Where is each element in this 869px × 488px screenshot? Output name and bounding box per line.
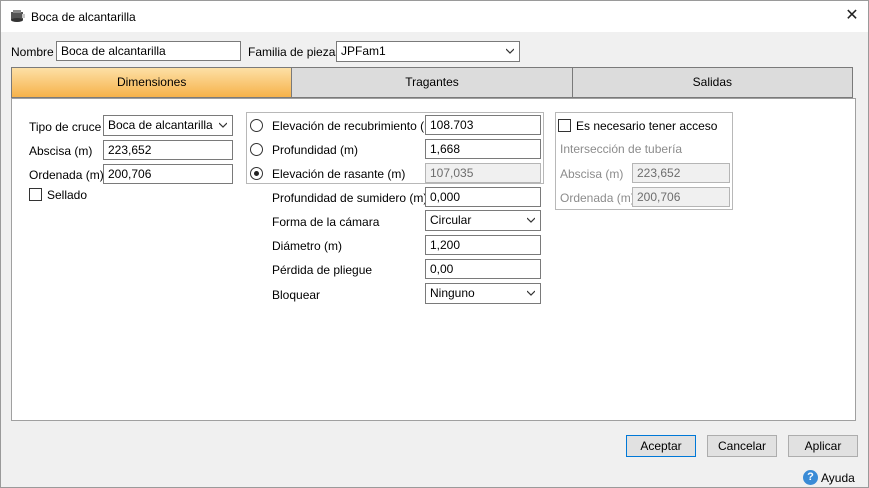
- depth-radio[interactable]: [250, 143, 263, 156]
- y-input[interactable]: 200,706: [103, 164, 233, 184]
- access-checkbox[interactable]: [558, 119, 571, 132]
- help-link[interactable]: Ayuda: [821, 471, 855, 485]
- diameter-label: Diámetro (m): [272, 239, 343, 253]
- family-select-value: JPFam1: [341, 44, 386, 58]
- bend-loss-input[interactable]: 0,00: [425, 259, 541, 279]
- depth-label: Profundidad (m): [272, 143, 359, 157]
- name-label: Nombre: [11, 45, 54, 59]
- accept-button[interactable]: Aceptar: [626, 435, 696, 457]
- intersection-y-input: 200,706: [632, 187, 730, 207]
- bend-loss-label: Pérdida de pliegue: [272, 263, 373, 277]
- block-select[interactable]: Ninguno: [425, 283, 541, 304]
- block-label: Bloquear: [272, 288, 321, 302]
- intersection-label: Intersección de tubería: [560, 142, 683, 156]
- x-label: Abscisa (m): [29, 144, 93, 158]
- chevron-down-icon: [527, 290, 535, 296]
- sump-label: Profundidad de sumidero (m): [272, 191, 428, 205]
- sealed-checkbox[interactable]: [29, 188, 42, 201]
- intersection-x-input: 223,652: [632, 163, 730, 183]
- y-label: Ordenada (m): [29, 168, 104, 182]
- cross-type-label: Tipo de cruce: [29, 120, 102, 134]
- cover-elev-input[interactable]: 108.703: [425, 115, 541, 135]
- manhole-app-icon: [11, 10, 25, 22]
- block-value: Ninguno: [430, 286, 475, 300]
- cross-type-value: Boca de alcantarilla: [108, 118, 213, 132]
- cover-elev-radio[interactable]: [250, 119, 263, 132]
- tab-tragantes[interactable]: Tragantes: [292, 68, 573, 97]
- dialog-window: Boca de alcantarilla ✕ Nombre Boca de al…: [0, 0, 869, 488]
- sealed-label: Sellado: [47, 188, 88, 202]
- access-label: Es necesario tener acceso: [576, 119, 718, 133]
- sump-input[interactable]: 0,000: [425, 187, 541, 207]
- window-title: Boca de alcantarilla: [31, 10, 136, 24]
- rim-elev-label: Elevación de rasante (m): [272, 167, 406, 181]
- chevron-down-icon: [527, 217, 535, 223]
- chevron-down-icon: [506, 48, 514, 54]
- name-input[interactable]: Boca de alcantarilla: [56, 41, 241, 61]
- help-icon[interactable]: ?: [803, 470, 818, 485]
- title-bar: Boca de alcantarilla ✕: [1, 1, 868, 32]
- tab-salidas[interactable]: Salidas: [572, 68, 852, 97]
- close-icon[interactable]: ✕: [841, 6, 863, 26]
- shape-select[interactable]: Circular: [425, 210, 541, 231]
- cancel-button[interactable]: Cancelar: [707, 435, 777, 457]
- x-input[interactable]: 223,652: [103, 140, 233, 160]
- apply-button[interactable]: Aplicar: [788, 435, 858, 457]
- rim-elev-input: 107,035: [425, 163, 541, 183]
- chevron-down-icon: [219, 122, 227, 128]
- tab-dimensiones[interactable]: Dimensiones: [12, 68, 293, 97]
- cross-type-select[interactable]: Boca de alcantarilla: [103, 115, 233, 136]
- depth-input[interactable]: 1,668: [425, 139, 541, 159]
- cover-elev-label: Elevación de recubrimiento (m): [272, 119, 439, 133]
- family-select[interactable]: JPFam1: [336, 41, 520, 62]
- family-label: Familia de piezas: [248, 45, 342, 59]
- rim-elev-radio[interactable]: [250, 167, 263, 180]
- shape-label: Forma de la cámara: [272, 215, 380, 229]
- intersection-y-label: Ordenada (m): [560, 191, 635, 205]
- shape-value: Circular: [430, 213, 472, 227]
- intersection-x-label: Abscisa (m): [560, 167, 624, 181]
- tab-strip: Dimensiones Tragantes Salidas: [11, 67, 853, 98]
- diameter-input[interactable]: 1,200: [425, 235, 541, 255]
